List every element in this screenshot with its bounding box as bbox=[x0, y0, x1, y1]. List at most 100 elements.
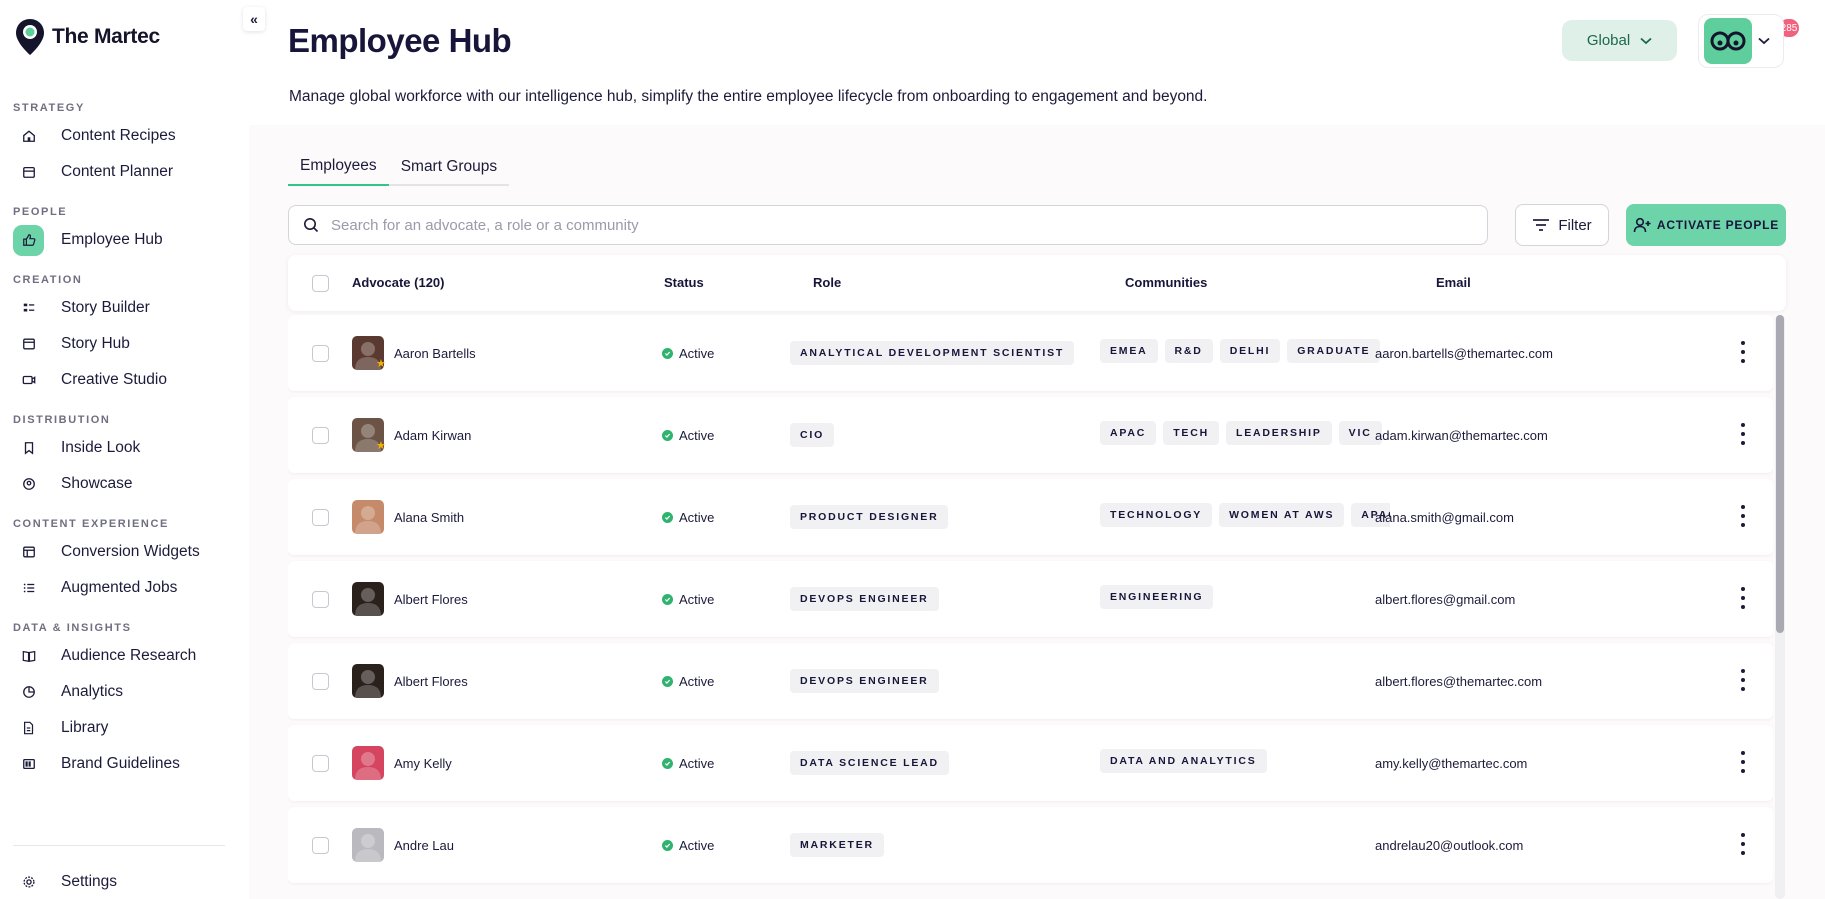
community-tag[interactable]: DELHI bbox=[1219, 339, 1281, 363]
more-options-icon[interactable] bbox=[1739, 341, 1747, 363]
status-badge: Active bbox=[662, 838, 714, 853]
status-label: Active bbox=[679, 592, 715, 607]
sidebar-item-label: Story Hub bbox=[61, 335, 130, 352]
community-tag[interactable]: GRADUATE bbox=[1287, 339, 1381, 363]
sidebar-item-label: Augmented Jobs bbox=[61, 579, 178, 596]
collapse-sidebar-button[interactable]: « bbox=[243, 7, 265, 31]
region-selector[interactable]: Global bbox=[1562, 20, 1677, 61]
check-circle-icon bbox=[662, 676, 673, 687]
community-tag[interactable]: R&D bbox=[1164, 339, 1213, 363]
advocate-name[interactable]: Amy Kelly bbox=[394, 756, 452, 771]
community-tag[interactable]: TECHNOLOGY bbox=[1100, 503, 1213, 527]
bookmark-icon bbox=[13, 433, 44, 464]
community-tag[interactable]: WOMEN AT AWS bbox=[1219, 503, 1345, 527]
community-tag[interactable]: LEADERSHIP bbox=[1225, 421, 1332, 445]
sidebar-item-creative-studio[interactable]: Creative Studio bbox=[13, 362, 235, 398]
sidebar-nav: STRATEGY Content Recipes Content Planner… bbox=[13, 102, 235, 782]
community-tag[interactable]: ENGINEERING bbox=[1100, 585, 1214, 609]
more-options-icon[interactable] bbox=[1739, 669, 1747, 691]
column-header-email[interactable]: Email bbox=[1436, 275, 1471, 290]
region-label: Global bbox=[1586, 32, 1631, 49]
more-options-icon[interactable] bbox=[1739, 587, 1747, 609]
activate-people-button[interactable]: ACTIVATE PEOPLE bbox=[1626, 204, 1786, 246]
sidebar-item-content-planner[interactable]: Content Planner bbox=[13, 154, 235, 190]
row-checkbox[interactable] bbox=[312, 345, 329, 362]
community-tag[interactable]: EMEA bbox=[1100, 339, 1158, 363]
search-icon bbox=[304, 218, 319, 233]
email-text: andrelau20@outlook.com bbox=[1375, 838, 1524, 853]
more-options-icon[interactable] bbox=[1739, 833, 1747, 855]
column-header-status[interactable]: Status bbox=[664, 275, 704, 290]
sidebar-item-augmented-jobs[interactable]: Augmented Jobs bbox=[13, 570, 235, 606]
sidebar-item-conversion-widgets[interactable]: Conversion Widgets bbox=[13, 534, 235, 570]
user-circle-icon bbox=[13, 469, 44, 500]
filter-button[interactable]: Filter bbox=[1515, 204, 1609, 246]
more-options-icon[interactable] bbox=[1739, 505, 1747, 527]
sidebar-item-content-recipes[interactable]: Content Recipes bbox=[13, 118, 235, 154]
brand-logo[interactable]: The Martec bbox=[14, 17, 160, 57]
check-circle-icon bbox=[662, 512, 673, 523]
table-row[interactable]: Amy Kelly Active DATA SCIENCE LEAD DATA … bbox=[288, 725, 1773, 801]
advocate-name[interactable]: Aaron Bartells bbox=[394, 346, 476, 361]
row-checkbox[interactable] bbox=[312, 837, 329, 854]
tab-employees[interactable]: Employees bbox=[288, 148, 389, 186]
pie-chart-icon bbox=[13, 677, 44, 708]
tab-smart-groups[interactable]: Smart Groups bbox=[389, 148, 509, 186]
status-label: Active bbox=[679, 346, 715, 361]
sidebar-item-story-builder[interactable]: Story Builder bbox=[13, 290, 235, 326]
list-icon bbox=[13, 573, 44, 604]
table-row[interactable]: Andre Lau Active MARKETER andrelau20@out… bbox=[288, 807, 1773, 883]
scrollbar-thumb[interactable] bbox=[1776, 315, 1784, 633]
sidebar-item-inside-look[interactable]: Inside Look bbox=[13, 430, 235, 466]
table-row[interactable]: ★ Aaron Bartells Active ANALYTICAL DEVEL… bbox=[288, 315, 1773, 391]
user-plus-icon bbox=[1633, 217, 1651, 233]
row-checkbox[interactable] bbox=[312, 427, 329, 444]
community-tag[interactable]: APAC bbox=[1100, 421, 1157, 445]
communities-list: TECHNOLOGYWOMEN AT AWSAPAC bbox=[1100, 503, 1390, 527]
more-options-icon[interactable] bbox=[1739, 423, 1747, 445]
book-open-icon bbox=[13, 641, 44, 672]
tab-bar: Employees Smart Groups bbox=[288, 148, 510, 186]
files-icon bbox=[13, 713, 44, 744]
row-checkbox[interactable] bbox=[312, 509, 329, 526]
select-all-checkbox[interactable] bbox=[312, 275, 329, 292]
sidebar-item-audience-research[interactable]: Audience Research bbox=[13, 638, 235, 674]
row-checkbox[interactable] bbox=[312, 755, 329, 772]
column-header-role[interactable]: Role bbox=[813, 275, 841, 290]
sidebar-item-label: Analytics bbox=[61, 683, 124, 700]
sidebar-item-showcase[interactable]: Showcase bbox=[13, 466, 235, 502]
status-badge: Active bbox=[662, 756, 714, 771]
status-label: Active bbox=[679, 674, 715, 689]
column-header-communities[interactable]: Communities bbox=[1125, 275, 1207, 290]
community-tag[interactable]: DATA AND ANALYTICS bbox=[1100, 749, 1267, 773]
sidebar-item-library[interactable]: Library bbox=[13, 710, 235, 746]
sidebar-item-label: Showcase bbox=[61, 475, 133, 492]
sidebar-item-brand-guidelines[interactable]: Brand Guidelines bbox=[13, 746, 235, 782]
table-row[interactable]: ★ Adam Kirwan Active CIO APAC TECH LEADERS… bbox=[288, 397, 1773, 473]
email-text: alana.smith@gmail.com bbox=[1375, 510, 1514, 525]
sidebar-section-label: CONTENT EXPERIENCE bbox=[13, 518, 169, 530]
table-row[interactable]: Alana Smith Active PRODUCT DESIGNER TECH… bbox=[288, 479, 1773, 555]
sidebar-item-settings[interactable]: Settings bbox=[13, 864, 117, 899]
table-row[interactable]: Albert Flores Active DEVOPS ENGINEER ENG… bbox=[288, 561, 1773, 637]
advocate-name[interactable]: Albert Flores bbox=[394, 674, 468, 689]
sidebar-item-analytics[interactable]: Analytics bbox=[13, 674, 235, 710]
email-text: aaron.bartells@themartec.com bbox=[1375, 346, 1553, 361]
advocate-name[interactable]: Alana Smith bbox=[394, 510, 464, 525]
more-options-icon[interactable] bbox=[1739, 751, 1747, 773]
row-checkbox[interactable] bbox=[312, 673, 329, 690]
search-input[interactable] bbox=[331, 216, 1431, 234]
advocate-name[interactable]: Adam Kirwan bbox=[394, 428, 471, 443]
home-icon bbox=[13, 121, 44, 152]
community-tag[interactable]: TECH bbox=[1163, 421, 1219, 445]
sidebar-item-story-hub[interactable]: Story Hub bbox=[13, 326, 235, 362]
advocate-name[interactable]: Albert Flores bbox=[394, 592, 468, 607]
sidebar-item-employee-hub[interactable]: Employee Hub bbox=[13, 222, 235, 258]
advocate-name[interactable]: Andre Lau bbox=[394, 838, 454, 853]
window-icon bbox=[13, 329, 44, 360]
user-menu[interactable] bbox=[1698, 14, 1784, 68]
row-checkbox[interactable] bbox=[312, 591, 329, 608]
star-icon: ★ bbox=[376, 440, 386, 452]
column-header-advocate[interactable]: Advocate (120) bbox=[352, 275, 444, 290]
table-row[interactable]: Albert Flores Active DEVOPS ENGINEER alb… bbox=[288, 643, 1773, 719]
